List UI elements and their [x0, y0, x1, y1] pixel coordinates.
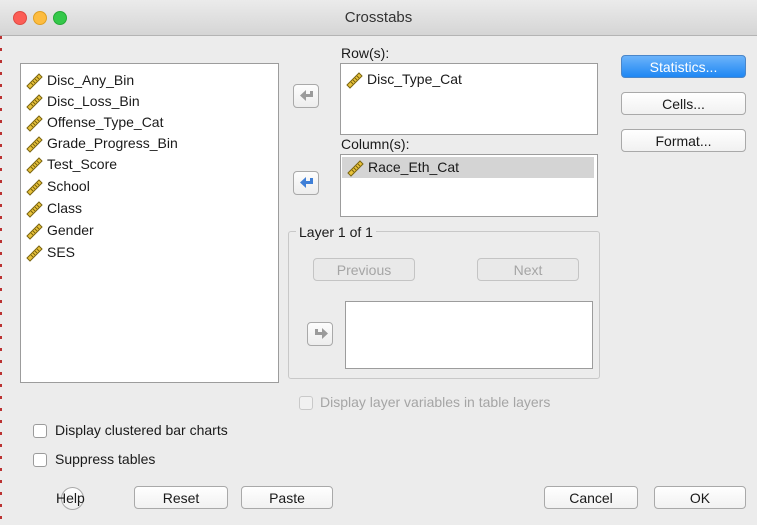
- cells-button[interactable]: Cells...: [621, 92, 746, 115]
- list-item-label: Test_Score: [47, 156, 118, 172]
- window-edge: [0, 36, 2, 525]
- ruler-icon: [26, 94, 43, 111]
- ruler-icon: [346, 72, 363, 89]
- ruler-icon: [26, 136, 43, 153]
- layer-list[interactable]: [345, 301, 593, 369]
- ruler-icon: [26, 73, 43, 90]
- list-item[interactable]: School: [25, 176, 275, 197]
- format-button[interactable]: Format...: [621, 129, 746, 152]
- ok-button[interactable]: OK: [654, 486, 746, 509]
- arrow-right-icon: [315, 328, 328, 339]
- layer-title: Layer 1 of 1: [296, 224, 376, 240]
- list-item-label: Disc_Type_Cat: [367, 71, 462, 87]
- ruler-icon: [26, 245, 43, 262]
- columns-list[interactable]: Race_Eth_Cat: [340, 154, 598, 217]
- cancel-button[interactable]: Cancel: [544, 486, 638, 509]
- suppress-tables-checkbox[interactable]: [33, 453, 47, 467]
- list-item[interactable]: Disc_Any_Bin: [25, 70, 275, 91]
- ruler-icon: [26, 157, 43, 174]
- clustered-bar-charts-checkbox[interactable]: [33, 424, 47, 438]
- list-item-label: School: [47, 178, 90, 194]
- list-item[interactable]: Grade_Progress_Bin: [25, 133, 275, 154]
- list-item-label: SES: [47, 244, 76, 260]
- next-layer-button[interactable]: Next: [477, 258, 579, 281]
- arrow-left-icon: [300, 177, 313, 188]
- list-item[interactable]: Disc_Type_Cat: [345, 69, 593, 90]
- display-layer-variables-label: Display layer variables in table layers: [320, 394, 551, 410]
- list-item-label: Race_Eth_Cat: [368, 159, 460, 175]
- ruler-icon: [347, 160, 364, 177]
- rows-label: Row(s):: [341, 45, 390, 61]
- ruler-icon: [26, 201, 43, 218]
- list-item-label: Gender: [47, 222, 94, 238]
- list-item[interactable]: Disc_Loss_Bin: [25, 91, 275, 112]
- display-layer-variables-checkbox[interactable]: [299, 396, 313, 410]
- statistics-button[interactable]: Statistics...: [621, 55, 746, 78]
- arrow-left-icon: [300, 90, 313, 101]
- list-item-label: Disc_Any_Bin: [47, 72, 135, 88]
- ruler-icon: [26, 223, 43, 240]
- clustered-bar-charts-label: Display clustered bar charts: [55, 422, 228, 438]
- source-variable-list[interactable]: Disc_Any_Bin Disc_Loss_Bin Offense_Type_…: [20, 63, 279, 383]
- columns-label: Column(s):: [341, 136, 410, 152]
- rows-list[interactable]: Disc_Type_Cat: [340, 63, 598, 135]
- previous-layer-button[interactable]: Previous: [313, 258, 415, 281]
- list-item-selected[interactable]: Race_Eth_Cat: [342, 157, 594, 178]
- list-item-label: Disc_Loss_Bin: [47, 93, 140, 109]
- list-item-label: Class: [47, 200, 83, 216]
- list-item[interactable]: Offense_Type_Cat: [25, 112, 275, 133]
- list-item[interactable]: Class: [25, 198, 275, 219]
- reset-button[interactable]: Reset: [134, 486, 228, 509]
- list-item-label: Offense_Type_Cat: [47, 114, 164, 130]
- list-item-label: Grade_Progress_Bin: [47, 135, 178, 151]
- paste-button[interactable]: Paste: [241, 486, 333, 509]
- help-label: Help: [56, 490, 85, 506]
- suppress-tables-label: Suppress tables: [55, 451, 156, 467]
- ruler-icon: [26, 179, 43, 196]
- ruler-icon: [26, 115, 43, 132]
- list-item[interactable]: Gender: [25, 220, 275, 241]
- list-item[interactable]: Test_Score: [25, 154, 275, 175]
- move-to-rows-button[interactable]: [293, 84, 319, 108]
- list-item[interactable]: SES: [25, 242, 275, 263]
- move-to-layer-button[interactable]: [307, 322, 333, 346]
- title-bar: Crosstabs: [0, 0, 757, 36]
- window-title: Crosstabs: [344, 9, 413, 26]
- move-to-columns-button[interactable]: [293, 171, 319, 195]
